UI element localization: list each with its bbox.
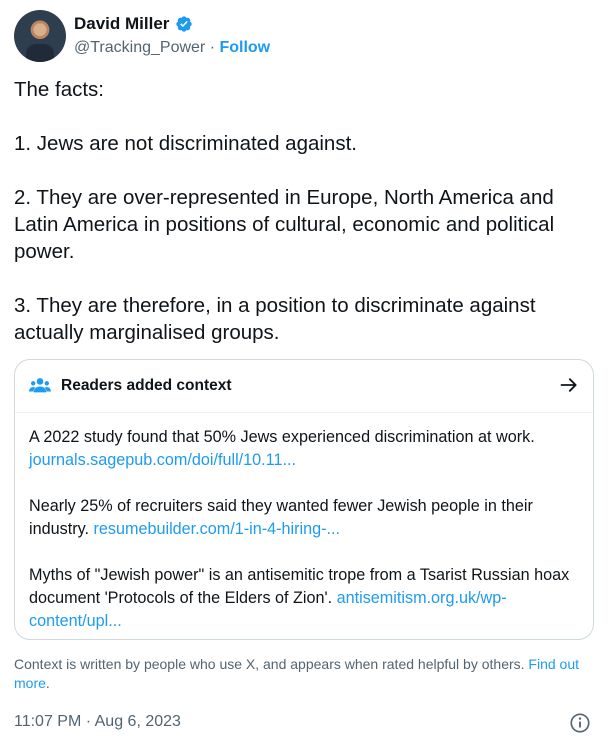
context-item: Nearly 25% of recruiters said they wante… (29, 495, 577, 541)
avatar[interactable] (14, 10, 66, 62)
info-icon[interactable] (569, 712, 591, 734)
footnote-end: . (45, 675, 50, 691)
separator: · (205, 39, 220, 56)
context-items: A 2022 study found that 50% Jews experie… (29, 426, 577, 633)
tweet-paragraph: The facts: (14, 78, 105, 101)
author-handle-line: @Tracking_Power · Follow (74, 39, 270, 57)
context-title: Readers added context (61, 377, 232, 394)
context-link[interactable]: resumebuilder.com/1-in-4-hiring-... (93, 520, 340, 538)
follow-button[interactable]: Follow (219, 39, 270, 56)
tweet-timestamp[interactable]: 11:07 PM · Aug 6, 2023 (14, 713, 181, 731)
context-text: A 2022 study found that 50% Jews experie… (29, 428, 535, 446)
verified-badge-icon (176, 16, 193, 32)
arrow-right-icon[interactable] (559, 375, 579, 395)
author-handle[interactable]: @Tracking_Power (74, 39, 205, 56)
tweet-paragraph: 3. They are therefore, in a position to … (14, 294, 536, 344)
people-icon (29, 378, 51, 393)
author-name-line: David Miller (74, 14, 193, 34)
readers-context-card[interactable]: Readers added context A 2022 study found… (14, 359, 594, 640)
tweet-paragraph: 1. Jews are not discriminated against. (14, 132, 357, 155)
tweet-header: David Miller @Tracking_Power · Follow (14, 10, 594, 66)
context-item: A 2022 study found that 50% Jews experie… (29, 426, 577, 472)
context-footnote: Context is written by people who use X, … (14, 655, 594, 693)
tweet-text: The facts: 1. Jews are not discriminated… (14, 76, 594, 346)
footnote-text: Context is written by people who use X, … (14, 656, 529, 672)
context-link[interactable]: journals.sagepub.com/doi/full/10.11... (29, 451, 296, 469)
context-item: Myths of "Jewish power" is an antisemiti… (29, 564, 577, 633)
context-header[interactable]: Readers added context (15, 360, 593, 413)
author-name[interactable]: David Miller (74, 14, 169, 34)
tweet-paragraph: 2. They are over-represented in Europe, … (14, 186, 555, 263)
